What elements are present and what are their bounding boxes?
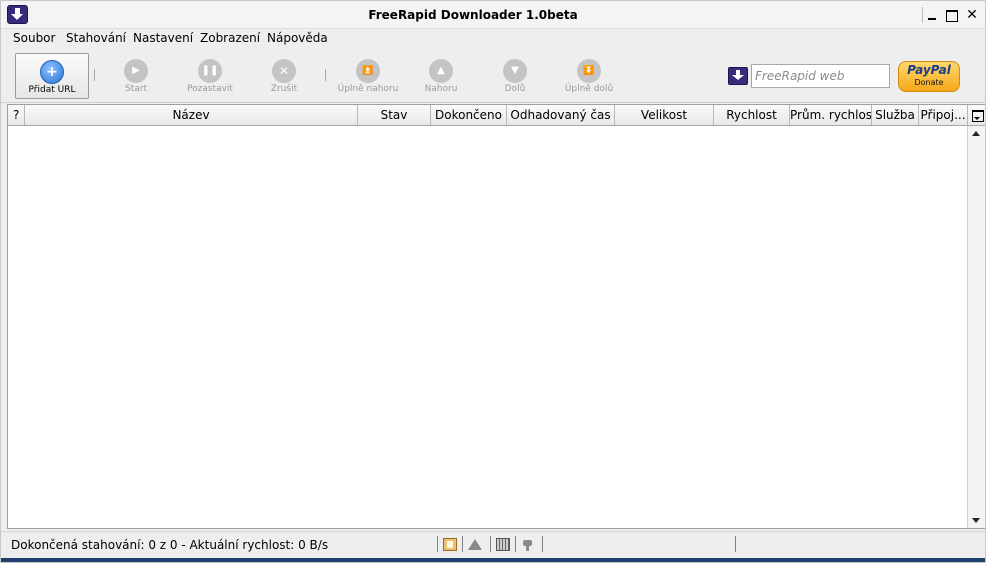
menu-zobrazeni[interactable]: Zobrazení (200, 31, 260, 45)
table-body[interactable] (8, 126, 967, 528)
col-completed[interactable]: Dokončeno (431, 105, 507, 125)
arrow-down-icon: ▼ (503, 59, 527, 83)
move-top-icon: ⏫ (356, 59, 380, 83)
move-bottom-icon: ⏬ (577, 59, 601, 83)
toolbar-separator (325, 69, 326, 81)
minimize-button[interactable] (922, 7, 940, 23)
pause-button[interactable]: ❚❚ Pozastavit (183, 53, 237, 99)
col-name[interactable]: Název (25, 105, 358, 125)
clipboard-monitor-icon[interactable] (443, 538, 457, 551)
close-button[interactable]: ✕ (963, 7, 981, 23)
play-icon: ▶ (124, 59, 148, 83)
vertical-scrollbar[interactable] (967, 126, 985, 528)
paypal-logo: PayPal (907, 63, 951, 77)
col-estimated-time[interactable]: Odhadovaný čas (507, 105, 615, 125)
start-button[interactable]: ▶ Start (115, 53, 157, 99)
plus-icon: + (40, 60, 64, 84)
cancel-button[interactable]: ✕ Zrušit (263, 53, 305, 99)
column-chooser-icon[interactable] (967, 105, 985, 126)
move-up-button[interactable]: ▲ Nahoru (419, 53, 463, 99)
move-bottom-button[interactable]: ⏬ Úplně dolů (561, 53, 617, 99)
status-separator (515, 536, 516, 552)
menu-bar: Soubor Stahování Nastavení Zobrazení Náp… (1, 29, 985, 49)
col-connection[interactable]: Připoj... (919, 105, 967, 125)
table-header: ? Název Stav Dokončeno Odhadovaný čas Ve… (8, 105, 967, 126)
scroll-up-icon[interactable] (968, 126, 985, 142)
move-top-button[interactable]: ⏫ Úplně nahoru (337, 53, 399, 99)
status-separator (542, 536, 543, 552)
arrow-up-icon: ▲ (429, 59, 453, 83)
app-window: FreeRapid Downloader 1.0beta ✕ Soubor St… (0, 0, 986, 563)
title-bar[interactable]: FreeRapid Downloader 1.0beta ✕ (1, 1, 985, 29)
cancel-label: Zrušit (270, 84, 298, 94)
cancel-x-icon: ✕ (272, 59, 296, 83)
window-title: FreeRapid Downloader 1.0beta (368, 8, 578, 22)
col-help[interactable]: ? (8, 105, 25, 125)
status-separator (490, 536, 491, 552)
menu-napoveda[interactable]: Nápověda (267, 31, 328, 45)
move-top-label: Úplně nahoru (337, 84, 399, 94)
move-up-label: Nahoru (424, 84, 458, 94)
move-bottom-label: Úplně dolů (564, 84, 614, 94)
col-status[interactable]: Stav (358, 105, 431, 125)
scroll-down-icon[interactable] (968, 512, 985, 528)
move-down-label: Dolů (504, 84, 526, 94)
menu-stahovani[interactable]: Stahování (66, 31, 126, 45)
speed-limit-icon[interactable] (496, 538, 510, 551)
pause-label: Pozastavit (187, 84, 233, 94)
menu-nastaveni[interactable]: Nastavení (133, 31, 193, 45)
move-down-button[interactable]: ▼ Dolů (493, 53, 537, 99)
col-avg-speed[interactable]: Prům. rychlost (790, 105, 872, 125)
start-label: Start (125, 84, 147, 94)
col-speed[interactable]: Rychlost (714, 105, 790, 125)
maximize-button[interactable] (942, 7, 960, 23)
toolbar-separator (94, 69, 95, 81)
status-separator (462, 536, 463, 552)
shutdown-icon[interactable] (468, 538, 482, 551)
paypal-donate-button[interactable]: PayPal Donate (898, 61, 960, 92)
menu-soubor[interactable]: Soubor (13, 31, 55, 45)
connection-icon[interactable] (521, 538, 535, 551)
download-table: ? Název Stav Dokončeno Odhadovaný čas Ve… (7, 104, 985, 529)
web-search-input[interactable] (751, 64, 890, 88)
status-separator (437, 536, 438, 552)
window-bottom-edge (1, 558, 985, 562)
add-url-label: Přidat URL (28, 85, 76, 95)
status-bar: Dokončená stahování: 0 z 0 - Aktuální ry… (1, 531, 985, 557)
col-service[interactable]: Služba (872, 105, 919, 125)
add-url-button[interactable]: + Přidat URL (15, 53, 89, 99)
col-size[interactable]: Velikost (615, 105, 714, 125)
freerapid-web-icon[interactable] (728, 67, 748, 85)
paypal-donate-label: Donate (914, 78, 944, 87)
status-text: Dokončená stahování: 0 z 0 - Aktuální ry… (11, 538, 329, 552)
status-separator (735, 536, 736, 552)
pause-icon: ❚❚ (198, 59, 222, 83)
